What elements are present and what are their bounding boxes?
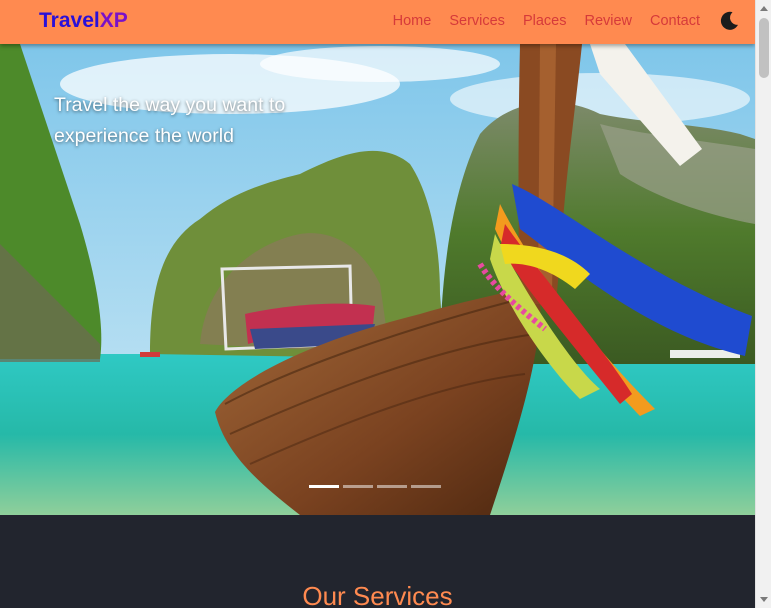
brand-logo-travel: Travel	[39, 9, 100, 32]
moon-icon[interactable]	[717, 9, 741, 33]
services-section: Our Services	[0, 515, 755, 608]
nav-link-services[interactable]: Services	[449, 12, 505, 30]
hero-carousel: Travel the way you want to experience th…	[0, 44, 755, 515]
brand-logo-xp: XP	[99, 9, 128, 32]
nav-link-home[interactable]: Home	[393, 12, 432, 30]
nav-link-review[interactable]: Review	[584, 12, 632, 30]
nav-link-contact[interactable]: Contact	[650, 12, 700, 30]
nav-link-places[interactable]: Places	[523, 12, 567, 30]
carousel-indicators	[309, 485, 441, 488]
scroll-up-arrow-icon[interactable]	[760, 6, 768, 11]
carousel-indicator-3[interactable]	[377, 485, 407, 488]
services-title: Our Services	[302, 581, 453, 608]
navbar: TravelXP Home Services Places Review Con…	[0, 0, 755, 44]
scrollbar-thumb[interactable]	[759, 18, 769, 78]
nav-menu: Home Services Places Review Contact	[393, 12, 700, 30]
carousel-indicator-1[interactable]	[309, 485, 339, 488]
page-scrollbar[interactable]	[755, 0, 771, 608]
carousel-indicator-2[interactable]	[343, 485, 373, 488]
page-viewport: TravelXP Home Services Places Review Con…	[0, 0, 755, 608]
hero-headline: Travel the way you want to experience th…	[54, 94, 286, 147]
brand-logo[interactable]: TravelXP	[39, 8, 128, 34]
carousel-indicator-4[interactable]	[411, 485, 441, 488]
scroll-down-arrow-icon[interactable]	[760, 597, 768, 602]
